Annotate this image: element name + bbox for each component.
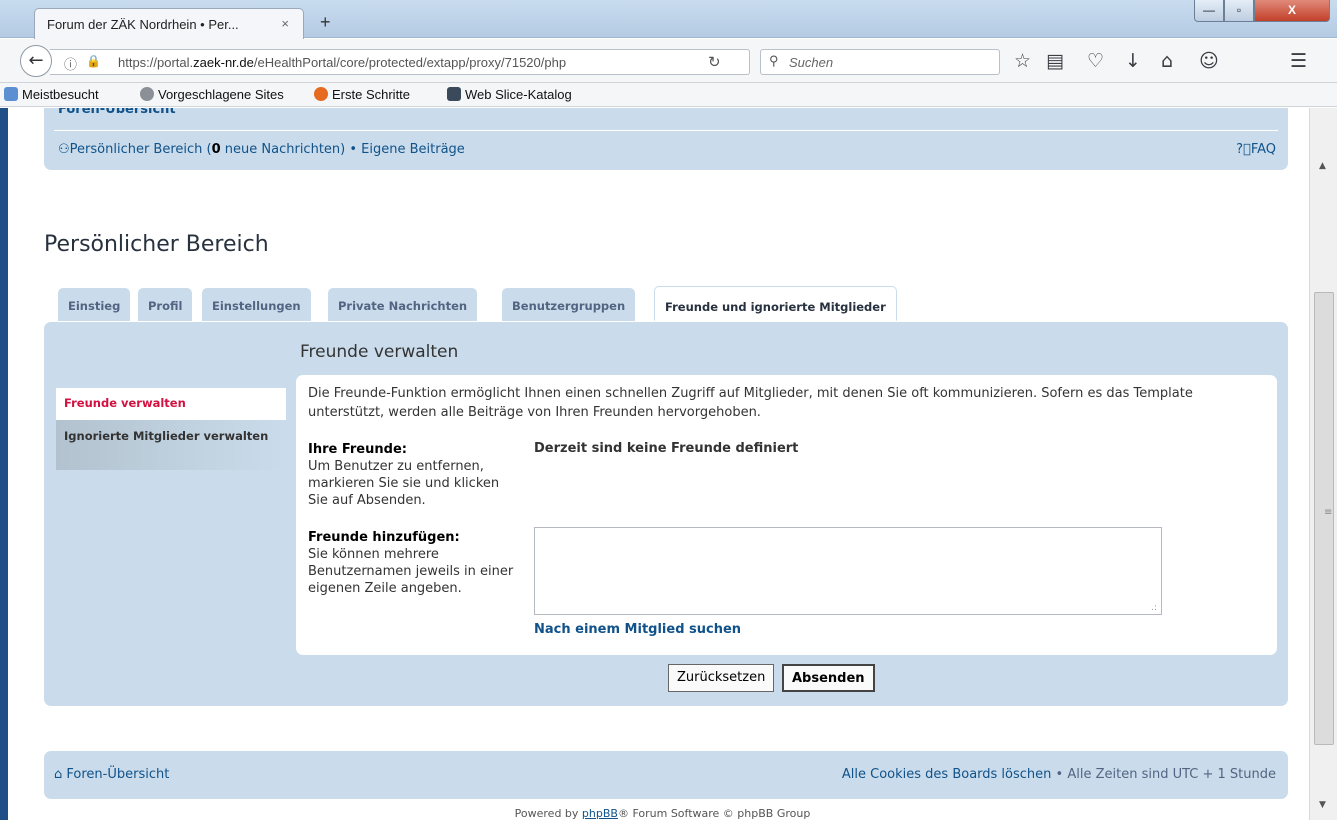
back-arrow-icon: ← [28,50,44,71]
your-friends-block: Ihre Freunde: Um Benutzer zu entfernen, … [308,441,523,509]
home-outline-icon: ⌂ [54,767,67,782]
hello-icon[interactable]: ☺ [1199,50,1219,72]
back-button[interactable]: ← [20,45,52,77]
tab-profil[interactable]: Profil [138,288,193,321]
bookmark-star-icon[interactable]: ☆ [1014,50,1031,72]
delete-cookies-link[interactable]: Alle Cookies des Boards löschen [842,767,1052,782]
window-titlebar: Forum der ZÄK Nordrhein • Per... × + — ▫… [0,0,1337,39]
faq-link[interactable]: ?⃝FAQ [1236,142,1276,157]
tab-private-nachrichten[interactable]: Private Nachrichten [328,288,478,321]
forum-index-link-cutoff[interactable]: Foren-Übersicht [58,108,176,117]
resize-grip-icon[interactable]: .: [1151,603,1157,613]
footer-home-link[interactable]: ⌂ Foren-Übersicht [54,767,169,782]
ucp-panel: Freunde verwalten Freunde verwalten Igno… [44,322,1288,706]
tab-benutzergruppen[interactable]: Benutzergruppen [502,288,636,321]
folder-icon [4,87,18,101]
user-icon: ⚇ [58,142,70,157]
phpbb-link[interactable]: phpBB [582,807,618,820]
search-member-link[interactable]: Nach einem Mitglied suchen [534,622,741,637]
vertical-scrollbar[interactable]: ▲ ≡ ▼ [1309,108,1337,820]
search-icon: ⚲ [769,53,779,68]
menu-item-ignorierte-mitglieder[interactable]: Ignorierte Mitglieder verwalten [56,420,286,470]
scroll-down-icon[interactable]: ▼ [1319,800,1326,810]
lock-icon: 🔒 [86,54,101,68]
home-icon[interactable]: ⌂ [1161,50,1173,72]
add-friends-hint: Sie können mehrere Benutzernamen jeweils… [308,547,514,596]
tab-einstellungen[interactable]: Einstellungen [202,288,311,321]
maximize-button[interactable]: ▫ [1224,0,1254,22]
bookmark-web-slice[interactable]: Web Slice-Katalog [447,87,572,102]
help-icon: ?⃝ [1236,142,1251,157]
scroll-thumb[interactable]: ≡ [1314,292,1334,745]
friends-form: Die Freunde-Funktion ermöglicht Ihnen ei… [296,375,1277,655]
bookmark-meistbesucht[interactable]: Meistbesucht [4,87,99,102]
timezone-text: • Alle Zeiten sind UTC + 1 Stunde [1051,767,1276,782]
add-friends-block: Freunde hinzufügen: Sie können mehrere B… [308,529,523,597]
new-tab-button[interactable]: + [320,12,331,33]
footer-info: Alle Cookies des Boards löschen • Alle Z… [842,767,1276,782]
side-menu: Freunde verwalten Ignorierte Mitglieder … [56,388,286,470]
search-placeholder: Suchen [789,55,834,70]
scroll-up-icon[interactable]: ▲ [1319,161,1326,171]
reload-icon[interactable]: ↻ [708,53,721,71]
reset-button[interactable]: Zurücksetzen [668,664,775,692]
info-icon[interactable]: ⓘ [64,54,77,73]
url-text: https://portal.zaek-nr.de/eHealthPortal/… [118,55,567,70]
pocket-icon[interactable]: ♡ [1087,50,1104,72]
firefox-icon [314,87,328,101]
download-icon[interactable]: ↓ [1125,50,1141,72]
no-friends-text: Derzeit sind keine Freunde definiert [534,441,799,456]
friends-description: Die Freunde-Funktion ermöglicht Ihnen ei… [308,386,1193,420]
bookmark-erste-schritte[interactable]: Erste Schritte [314,87,410,102]
reading-list-icon[interactable]: ▤ [1046,50,1064,72]
bookmark-vorgeschlagene[interactable]: Vorgeschlagene Sites [140,87,284,102]
forum-footer: ⌂ Foren-Übersicht Alle Cookies des Board… [44,751,1288,799]
url-bar[interactable]: ⓘ 🔒 https://portal.zaek-nr.de/eHealthPor… [50,49,750,75]
tab-einstieg[interactable]: Einstieg [58,288,131,321]
browser-tab[interactable]: Forum der ZÄK Nordrhein • Per... × [34,8,304,39]
forum-navbar: Foren-Übersicht ⚇Persönlicher Bereich (0… [44,108,1288,170]
webslice-icon [447,87,461,101]
powered-by: Powered by phpBB® Forum Software © phpBB… [514,807,811,820]
globe-icon [140,87,154,101]
page-viewport: Foren-Übersicht ⚇Persönlicher Bereich (0… [0,108,1309,820]
personal-area-link[interactable]: ⚇Persönlicher Bereich (0 neue Nachrichte… [58,142,465,157]
bookmarks-toolbar: Meistbesucht Vorgeschlagene Sites Erste … [0,83,1337,107]
panel-title: Freunde verwalten [300,342,459,362]
navbar-divider [54,130,1278,131]
submit-button[interactable]: Absenden [782,664,875,692]
menu-icon[interactable]: ☰ [1290,50,1307,72]
grip-icon: ≡ [1324,507,1333,518]
your-friends-label: Ihre Freunde: [308,442,407,457]
page-title: Persönlicher Bereich [44,232,269,257]
minimize-button[interactable]: — [1194,0,1224,22]
close-window-button[interactable]: X [1254,0,1330,22]
add-friends-textarea[interactable]: .: [534,527,1162,615]
tab-freunde[interactable]: Freunde und ignorierte Mitglieder [654,286,897,321]
browser-tab-title: Forum der ZÄK Nordrhein • Per... [47,17,239,32]
tab-close-icon[interactable]: × [281,16,289,31]
menu-item-freunde-verwalten[interactable]: Freunde verwalten [56,388,286,420]
search-bar[interactable]: ⚲ Suchen [760,49,1000,75]
your-friends-hint: Um Benutzer zu entfernen, markieren Sie … [308,459,500,508]
add-friends-label: Freunde hinzufügen: [308,530,460,545]
